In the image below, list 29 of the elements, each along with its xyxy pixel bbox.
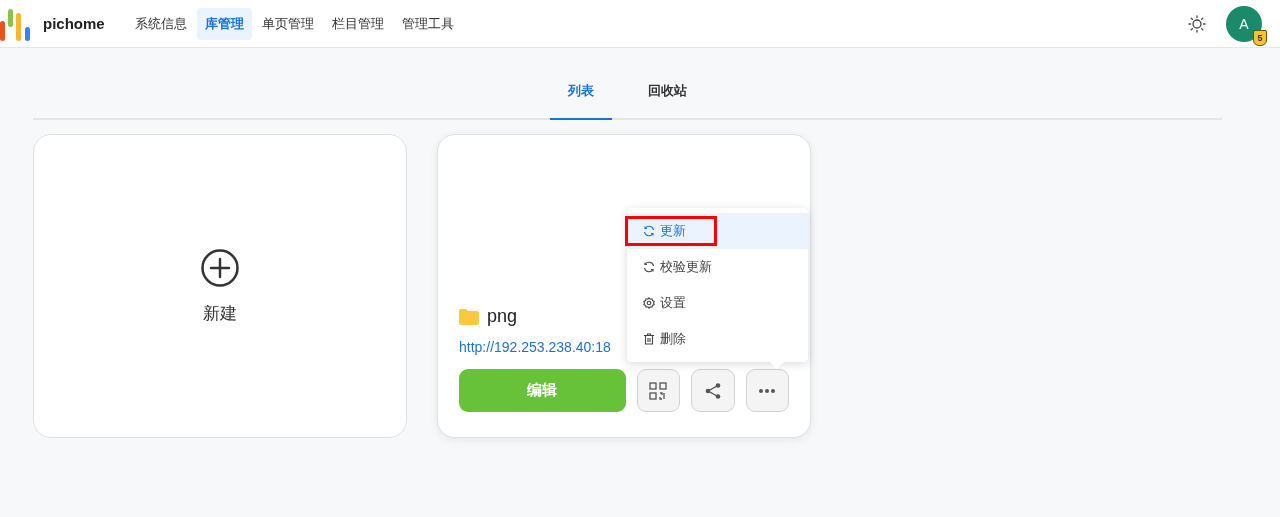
share-button[interactable] — [691, 369, 735, 412]
nav-item[interactable]: 库管理 — [196, 7, 252, 40]
nav-item[interactable]: 管理工具 — [393, 7, 462, 40]
nav-item[interactable]: 单页管理 — [253, 7, 322, 40]
menu-item[interactable]: 校验更新 — [627, 249, 808, 285]
trash-icon — [643, 333, 655, 345]
library-name: png — [487, 306, 518, 327]
qr-code-icon — [649, 381, 668, 400]
menu-item[interactable]: 更新 — [627, 213, 808, 249]
folder-icon — [459, 308, 479, 325]
more-icon — [758, 387, 777, 394]
refresh-icon — [643, 225, 655, 237]
logo-text: pichome — [43, 15, 105, 32]
tab[interactable]: 回收站 — [630, 82, 705, 120]
new-label: 新建 — [203, 302, 237, 325]
share-icon — [703, 381, 722, 400]
level-badge: 5 — [1253, 29, 1267, 46]
nav-item[interactable]: 栏目管理 — [323, 7, 392, 40]
menu-item[interactable]: 设置 — [627, 285, 808, 321]
qr-code-button[interactable] — [636, 369, 681, 412]
menu-item[interactable]: 删除 — [627, 321, 808, 357]
tab[interactable]: 列表 — [550, 82, 612, 120]
new-library-card[interactable]: 新建 — [33, 134, 407, 438]
nav-item[interactable]: 系统信息 — [126, 7, 195, 40]
refresh-icon — [643, 261, 655, 273]
plus-circle-icon — [200, 247, 240, 288]
logo-icon — [0, 6, 32, 41]
sun-icon[interactable] — [1188, 14, 1206, 33]
settings-icon — [643, 297, 655, 309]
